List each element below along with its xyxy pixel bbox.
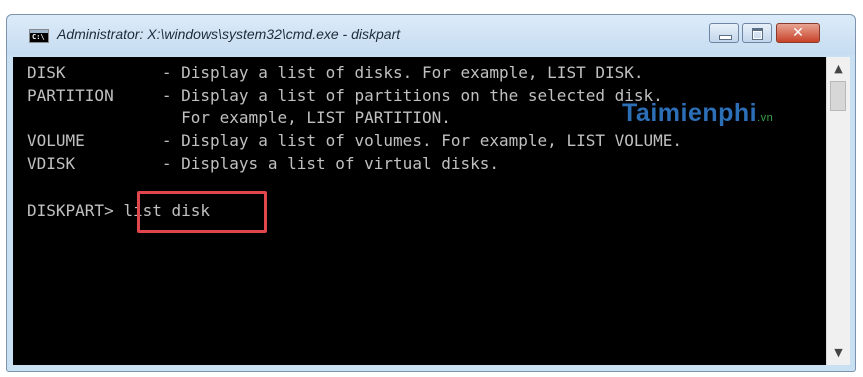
console-line: VDISK - Displays a list of virtual disks… (27, 154, 500, 173)
watermark-suffix: .vn (757, 112, 774, 124)
cmd-window: C:\ Administrator: X:\windows\system32\c… (6, 14, 856, 372)
console-line: VOLUME - Display a list of volumes. For … (27, 131, 683, 150)
cmd-icon[interactable]: C:\ (29, 29, 49, 43)
console-line: DISK - Display a list of disks. For exam… (27, 63, 644, 82)
vertical-scrollbar[interactable]: ▲ ▼ (826, 57, 850, 365)
cmd-icon-text: C:\ (32, 33, 45, 41)
console-line: For example, LIST PARTITION. (27, 108, 451, 127)
scroll-up-icon[interactable]: ▲ (827, 59, 850, 79)
title-bar[interactable]: C:\ Administrator: X:\windows\system32\c… (7, 15, 855, 55)
console-line: PARTITION - Display a list of partitions… (27, 86, 663, 105)
close-button[interactable]: ✕ (776, 23, 820, 43)
scroll-down-icon[interactable]: ▼ (827, 343, 850, 363)
maximize-button[interactable] (742, 23, 772, 43)
scroll-thumb[interactable] (830, 81, 846, 111)
close-icon: ✕ (792, 25, 804, 41)
minimize-button[interactable] (709, 23, 739, 43)
command-highlight-box (137, 191, 267, 233)
window-title: Administrator: X:\windows\system32\cmd.e… (57, 26, 401, 42)
watermark-text: Taimienphi (622, 99, 758, 127)
watermark-logo: Taimienphi.vn (622, 99, 773, 128)
